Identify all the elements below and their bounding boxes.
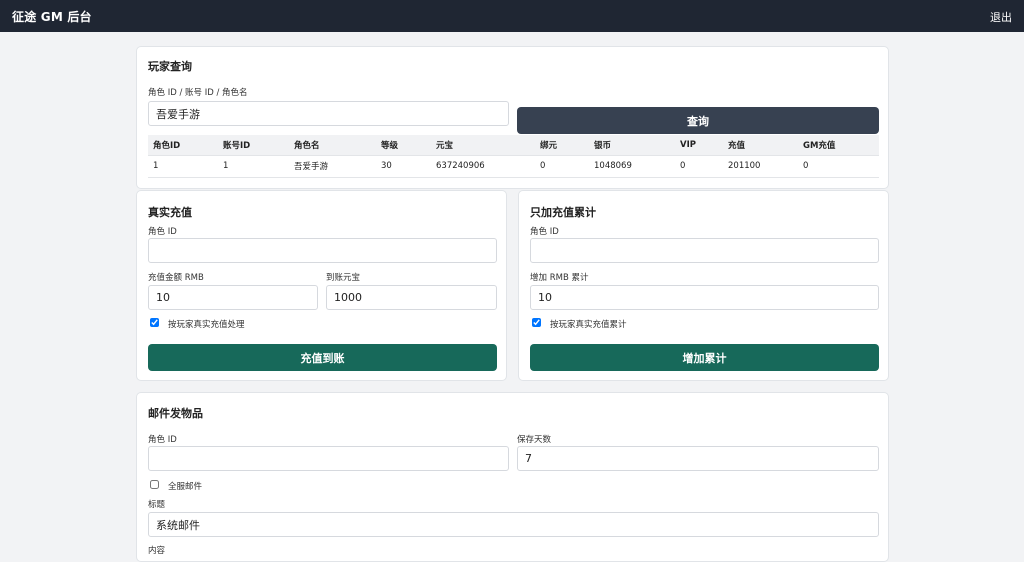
recharge-role-label: 角色 ID xyxy=(148,227,177,237)
recharge-amount-label: 充值金额 RMB xyxy=(148,273,204,283)
col-header-role-id: 角色ID xyxy=(148,135,218,156)
cell-vip: 0 xyxy=(675,155,723,178)
table-header-row: 角色ID 账号ID 角色名 等级 元宝 绑元 银币 VIP 充值 GM充值 xyxy=(148,135,879,156)
yuanbao-input[interactable] xyxy=(326,285,497,310)
mail-days-input[interactable] xyxy=(517,446,879,471)
mail-subject-input[interactable] xyxy=(148,512,879,537)
mail-role-input[interactable] xyxy=(148,446,509,471)
cell-gm-recharge: 0 xyxy=(798,155,879,178)
accumulate-title: 只加充值累计 xyxy=(530,206,596,219)
accumulate-amount-label: 增加 RMB 累计 xyxy=(530,273,589,283)
player-query-card: 玩家查询 角色 ID / 账号 ID / 角色名 查询 角色ID 账号ID 角色… xyxy=(136,46,889,189)
app-title: 征途 GM 后台 xyxy=(12,10,92,24)
accumulate-amount-input[interactable] xyxy=(530,285,879,310)
results-table: 角色ID 账号ID 角色名 等级 元宝 绑元 银币 VIP 充值 GM充值 1 … xyxy=(148,135,879,178)
col-header-yuanbao: 元宝 xyxy=(431,135,535,156)
player-query-title: 玩家查询 xyxy=(148,60,192,73)
cell-silver: 1048069 xyxy=(589,155,675,178)
mail-items-title: 邮件发物品 xyxy=(148,407,203,420)
cell-account-id: 1 xyxy=(218,155,289,178)
cell-role-id: 1 xyxy=(148,155,218,178)
col-header-account-id: 账号ID xyxy=(218,135,289,156)
cell-yuanbao: 637240906 xyxy=(431,155,535,178)
recharge-amount-input[interactable] xyxy=(148,285,318,310)
mail-items-card: 邮件发物品 角色 ID 保存天数 全服邮件 标题 内容 xyxy=(136,392,889,562)
query-button[interactable]: 查询 xyxy=(517,107,879,134)
accumulate-role-input[interactable] xyxy=(530,238,879,263)
table-row[interactable]: 1 1 吾爱手游 30 637240906 0 1048069 0 201100… xyxy=(148,155,879,178)
accumulate-role-label: 角色 ID xyxy=(530,227,559,237)
real-recharge-title: 真实充值 xyxy=(148,206,192,219)
all-server-mail-checkbox[interactable] xyxy=(150,480,159,489)
query-input[interactable] xyxy=(148,101,509,126)
accumulate-card: 只加充值累计 角色 ID 增加 RMB 累计 按玩家真实充值累计 增加累计 xyxy=(518,190,889,381)
cell-role-name: 吾爱手游 xyxy=(289,155,376,178)
cell-recharge: 201100 xyxy=(723,155,798,178)
real-accumulate-checkbox[interactable] xyxy=(532,318,541,327)
cell-level: 30 xyxy=(376,155,431,178)
col-header-gm-recharge: GM充值 xyxy=(798,135,879,156)
col-header-role-name: 角色名 xyxy=(289,135,376,156)
real-recharge-checkbox[interactable] xyxy=(150,318,159,327)
all-server-mail-label[interactable]: 全服邮件 xyxy=(168,480,202,492)
col-header-bound-yuan: 绑元 xyxy=(535,135,589,156)
col-header-silver: 银币 xyxy=(589,135,675,156)
yuanbao-label: 到账元宝 xyxy=(326,273,361,283)
recharge-submit-button[interactable]: 充值到账 xyxy=(148,344,497,371)
top-bar: 征途 GM 后台 退出 xyxy=(0,0,1024,32)
logout-link[interactable]: 退出 xyxy=(990,9,1012,25)
col-header-vip: VIP xyxy=(675,135,723,156)
mail-days-label: 保存天数 xyxy=(517,435,552,445)
recharge-role-input[interactable] xyxy=(148,238,497,263)
real-accumulate-checkbox-label[interactable]: 按玩家真实充值累计 xyxy=(550,318,627,330)
cell-bound-yuan: 0 xyxy=(535,155,589,178)
real-recharge-checkbox-label[interactable]: 按玩家真实充值处理 xyxy=(168,318,245,330)
col-header-level: 等级 xyxy=(376,135,431,156)
mail-subject-label: 标题 xyxy=(148,500,166,510)
query-label: 角色 ID / 账号 ID / 角色名 xyxy=(148,88,248,98)
mail-role-label: 角色 ID xyxy=(148,435,177,445)
accumulate-submit-button[interactable]: 增加累计 xyxy=(530,344,879,371)
real-recharge-card: 真实充值 角色 ID 充值金额 RMB 到账元宝 按玩家真实充值处理 充值到账 xyxy=(136,190,507,381)
col-header-recharge: 充值 xyxy=(723,135,798,156)
mail-content-label: 内容 xyxy=(148,546,166,556)
